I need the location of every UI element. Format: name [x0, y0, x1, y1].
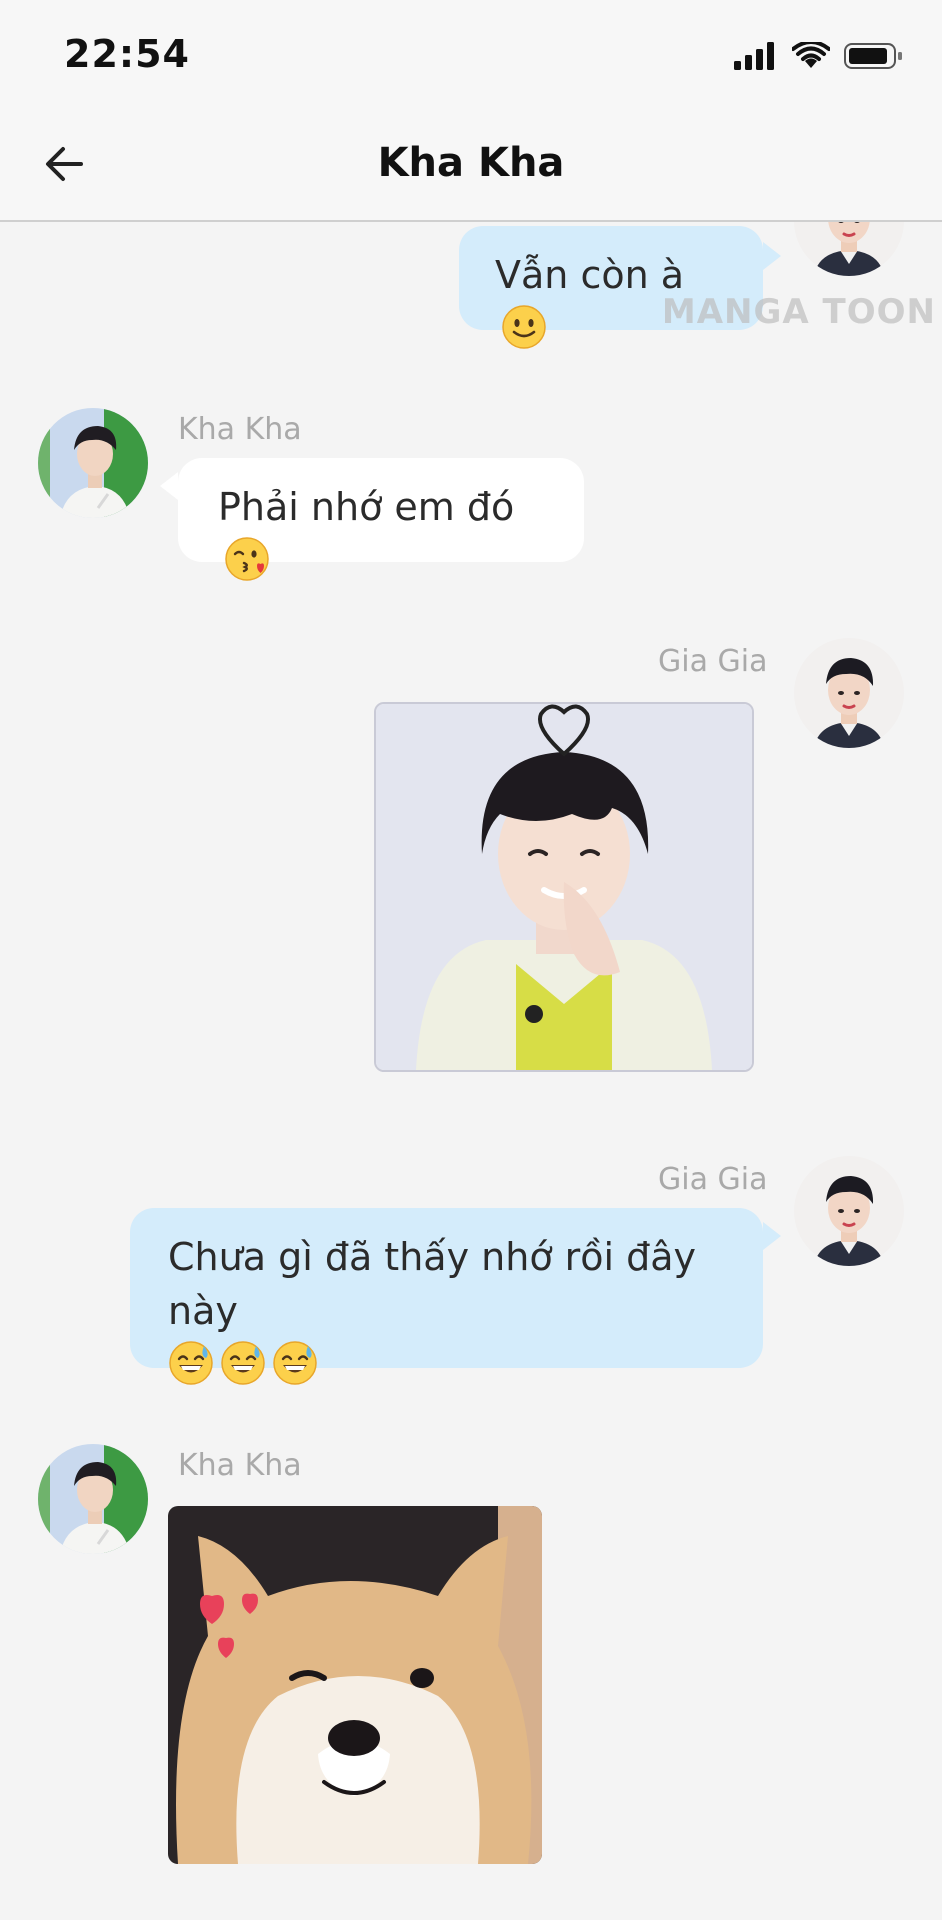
bubble-tail [160, 472, 178, 500]
message-text: Phải nhớ em đó [218, 485, 515, 529]
message-text: Vẫn còn à [495, 253, 685, 297]
message-bubble[interactable]: Phải nhớ em đó [178, 458, 584, 581]
grinning-sweat-face-icon [273, 1341, 317, 1385]
wifi-icon [792, 42, 830, 68]
status-icons [734, 42, 904, 70]
message-text: Chưa gì đã thấy nhớ rồi đây này [168, 1235, 697, 1333]
grinning-sweat-face-icon [169, 1341, 213, 1385]
avatar-gia-gia[interactable] [794, 222, 904, 276]
bubble-tail [763, 242, 781, 270]
sender-name: Kha Kha [178, 1448, 302, 1483]
sender-name: Gia Gia [658, 644, 768, 679]
sender-name: Kha Kha [178, 412, 302, 447]
nav-bar: Kha Kha [0, 110, 942, 222]
grinning-sweat-face-icon [221, 1341, 265, 1385]
signal-icon [734, 42, 774, 70]
avatar-gia-gia[interactable] [794, 638, 904, 748]
avatar-kha-kha[interactable] [38, 408, 148, 518]
face-blowing-kiss-icon [225, 537, 269, 581]
status-time: 22:54 [64, 32, 190, 76]
status-bar: 22:54 [0, 0, 942, 110]
avatar-gia-gia[interactable] [794, 1156, 904, 1266]
message-image[interactable] [168, 1506, 542, 1864]
battery-icon [844, 43, 902, 69]
chat-thread[interactable]: Vẫn còn à MANGA TOON Kha Kha Phải nhớ em… [0, 222, 942, 1920]
chat-title: Kha Kha [377, 140, 565, 186]
message-image[interactable] [374, 702, 754, 1072]
watermark: MANGA TOON [661, 292, 936, 332]
avatar-kha-kha[interactable] [38, 1444, 148, 1554]
slightly-smiling-face-icon [502, 305, 546, 349]
bubble-tail [763, 1222, 781, 1250]
sender-name: Gia Gia [658, 1162, 768, 1197]
message-bubble[interactable]: Chưa gì đã thấy nhớ rồi đây này [130, 1208, 763, 1385]
